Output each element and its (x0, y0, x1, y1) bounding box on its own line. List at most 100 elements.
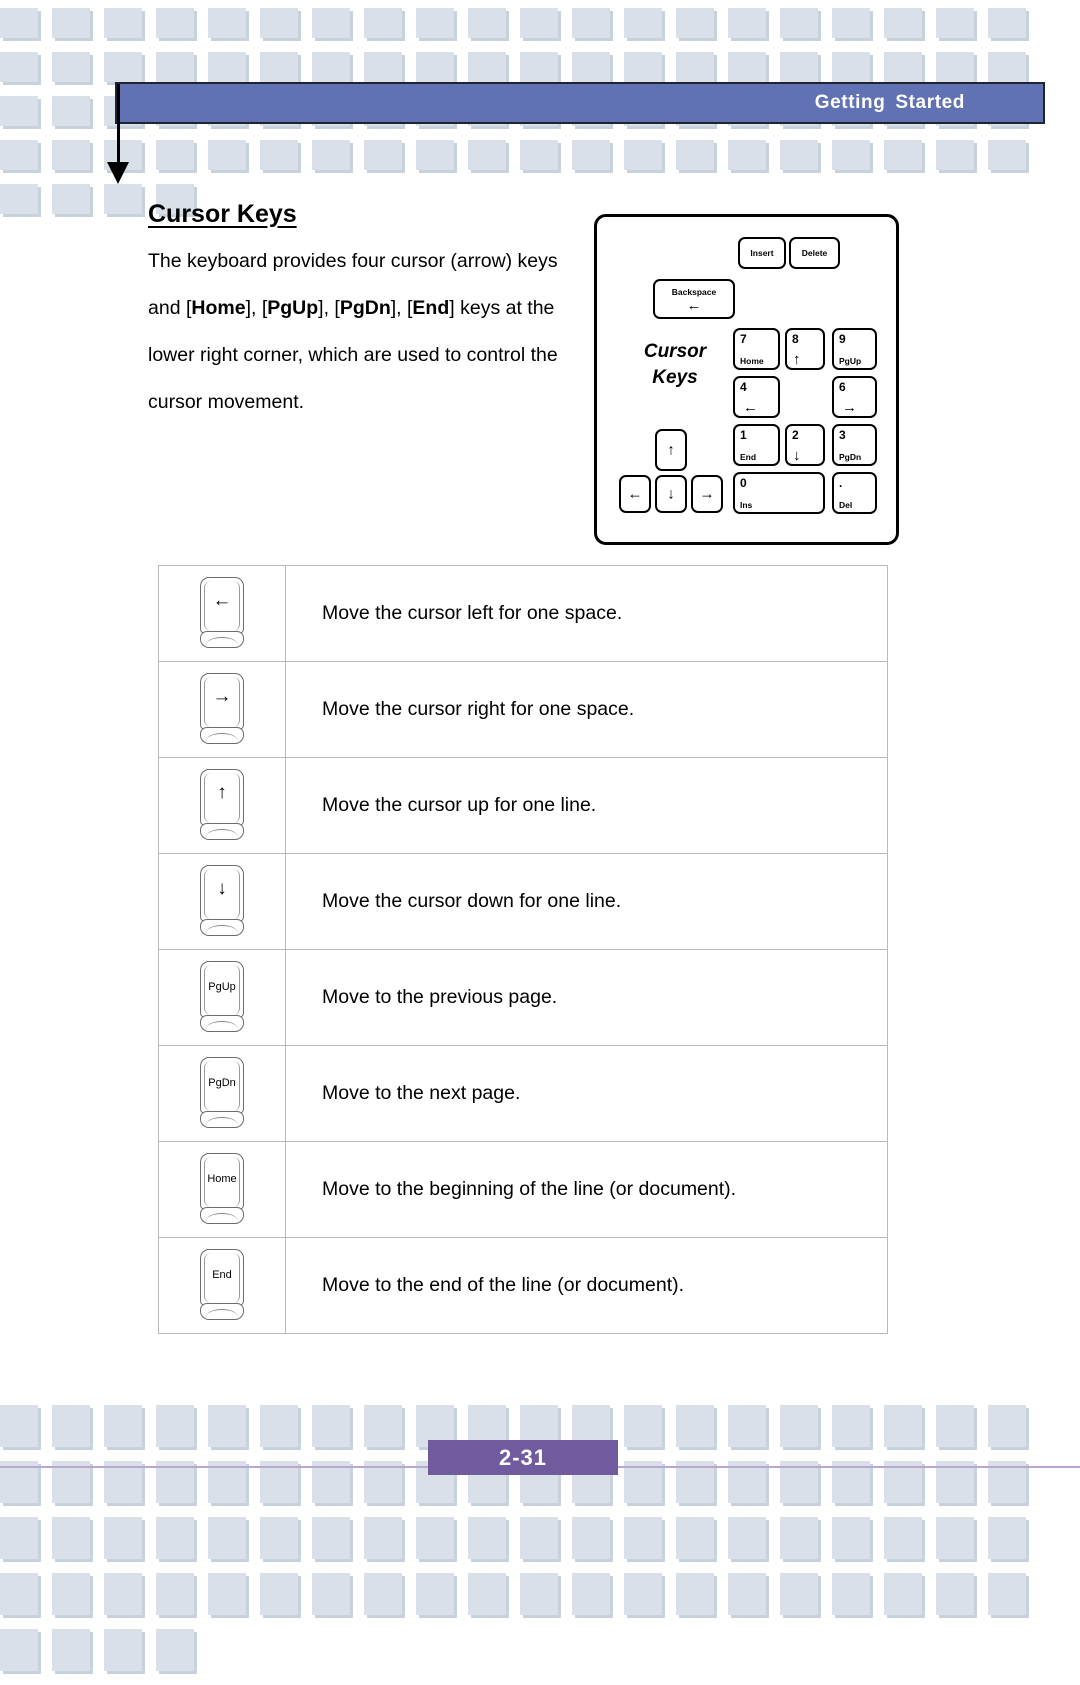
kb-key-3-label: 3 (839, 428, 847, 442)
kb-key-insert: Insert (738, 237, 786, 269)
key-icon-cell: PgUp (158, 949, 286, 1046)
keyname-emphasis: End (412, 297, 450, 319)
kb-key-8-label: 8 (792, 332, 800, 346)
page-number: 2-31 (498, 1444, 548, 1470)
kb-key-0-ins: 0 Ins (733, 472, 825, 514)
decorative-square (468, 8, 506, 38)
key-description-cell: Move the cursor up for one line. (285, 757, 888, 854)
decorative-square (312, 1573, 350, 1615)
decorative-square (208, 1573, 246, 1615)
kb-key-1-end: 1 End (733, 424, 780, 466)
decorative-square (728, 8, 766, 38)
decorative-square (624, 140, 662, 170)
kb-key-4-label: 4 (740, 380, 748, 394)
decorative-square (624, 8, 662, 38)
keycap-base (200, 1014, 244, 1032)
decorative-square (208, 1405, 246, 1447)
decorative-square (988, 1405, 1026, 1447)
decorative-square (52, 184, 90, 214)
key-icon-cell: → (158, 661, 286, 758)
decorative-square (312, 140, 350, 170)
keycap-label: → (212, 685, 232, 707)
decorative-square (520, 52, 558, 82)
cursor-keys-caption-line1: Cursor (643, 341, 707, 362)
decorative-square (0, 140, 38, 170)
decorative-square (52, 52, 90, 82)
keycap-label: End (212, 1268, 232, 1281)
decorative-square (676, 8, 714, 38)
keyname-emphasis: PgUp (267, 297, 319, 319)
decorative-square (884, 8, 922, 38)
kb-key-arrow-right-icon: → (699, 485, 715, 503)
key-description-cell: Move to the next page. (285, 1045, 888, 1142)
decorative-square (52, 8, 90, 38)
decorative-square (572, 1517, 610, 1559)
decorative-square (312, 1517, 350, 1559)
decorative-square (52, 1629, 90, 1671)
decorative-square (988, 1573, 1026, 1615)
kb-key-6-right: 6 → (832, 376, 877, 418)
keycap-base (200, 822, 244, 840)
intro-paragraph: The keyboard provides four cursor (arrow… (148, 238, 568, 426)
table-row: Home Move to the beginning of the line (o… (158, 1141, 888, 1238)
decorative-square (884, 1517, 922, 1559)
decorative-square (832, 1405, 870, 1447)
paragraph-run: ], [ (318, 297, 340, 319)
keycap-label: ↓ (217, 877, 227, 899)
decorative-square (364, 52, 402, 82)
decorative-square (988, 140, 1026, 170)
kb-key-1-label: 1 (740, 428, 748, 442)
kb-key-6-label: 6 (839, 380, 847, 394)
kb-key-dot-del: . Del (832, 472, 877, 514)
decorative-square (936, 52, 974, 82)
table-row: PgDn Move to the next page. (158, 1045, 888, 1142)
decorative-square (728, 1405, 766, 1447)
decorative-square (156, 1573, 194, 1615)
kb-key-4-left-arrow-icon: ← (743, 399, 758, 416)
decorative-square (572, 1573, 610, 1615)
decorative-square (780, 1405, 818, 1447)
decorative-square (520, 1573, 558, 1615)
decorative-square (884, 52, 922, 82)
page-number-badge: 2-31 (428, 1440, 618, 1475)
decorative-square (884, 1573, 922, 1615)
decorative-square (676, 1405, 714, 1447)
kb-key-7-label: 7 (740, 332, 748, 346)
decorative-square (260, 8, 298, 38)
keycap-label: ↑ (217, 781, 227, 803)
decorative-square (780, 140, 818, 170)
kb-key-arrow-left-icon: ← (627, 485, 643, 503)
key-description-cell: Move the cursor down for one line. (285, 853, 888, 950)
table-row: ← Move the cursor left for one space. (158, 565, 888, 662)
kb-key-arrow-down: ↓ (655, 475, 687, 513)
end-key-icon: End (196, 1248, 248, 1323)
decorative-square (104, 1629, 142, 1671)
decorative-square (104, 1405, 142, 1447)
decorative-square (364, 1405, 402, 1447)
key-table-body: ← Move the cursor left for one space. → Mov… (158, 565, 888, 1334)
decorative-square (780, 52, 818, 82)
keyboard-illustration: Cursor Keys Insert Delete Backspace ← 7 … (594, 214, 899, 545)
decorative-square (104, 8, 142, 38)
decorative-square (416, 140, 454, 170)
decorative-square (520, 140, 558, 170)
page-header-bar: Getting Started (115, 82, 1045, 124)
header-pointer-arrow-icon (107, 162, 129, 184)
decorative-square (208, 140, 246, 170)
decorative-square (0, 8, 38, 38)
decorative-square (208, 52, 246, 82)
decorative-square (104, 1517, 142, 1559)
key-description-cell: Move to the beginning of the line (or do… (285, 1141, 888, 1238)
kb-key-8-up-arrow-icon: ↑ (793, 351, 801, 368)
kb-key-0-label: 0 (740, 476, 748, 490)
kb-key-dot-label: . (839, 476, 843, 490)
decorative-square (416, 1517, 454, 1559)
table-row: PgUp Move to the previous page. (158, 949, 888, 1046)
kb-key-delete-label: Delete (801, 248, 828, 258)
decorative-square (0, 1405, 38, 1447)
decorative-square (416, 8, 454, 38)
decorative-square (156, 1517, 194, 1559)
arrow-right-key-icon: → (196, 672, 248, 747)
decorative-square (832, 8, 870, 38)
key-description-cell: Move to the previous page. (285, 949, 888, 1046)
